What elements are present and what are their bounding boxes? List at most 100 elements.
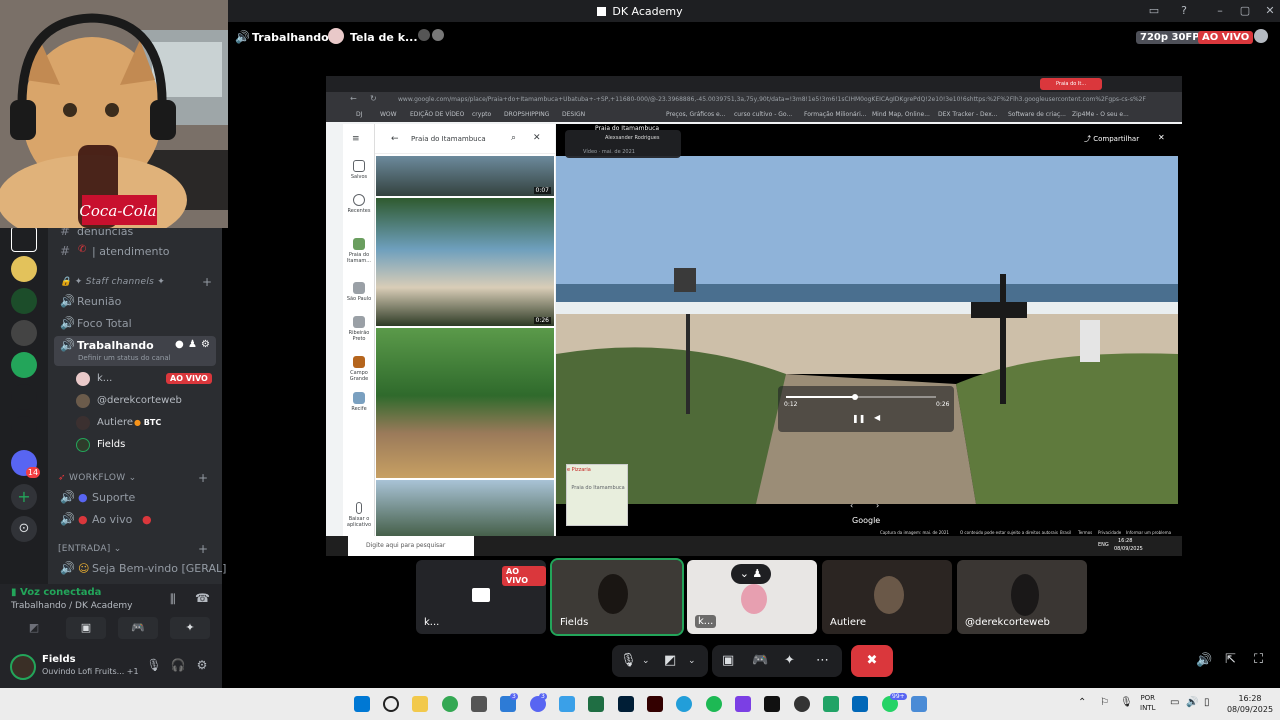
voice-channel-suporte[interactable]: 🔊 Suporte ● [48,488,222,508]
chat-icon[interactable]: ● [175,339,184,350]
excel-icon[interactable] [823,696,839,712]
participant-tile-k[interactable]: ⌄ ♟ k... [687,560,817,634]
add-server-icon[interactable]: + [11,484,37,510]
keyboard-language[interactable]: POR INTL [1140,693,1155,713]
share-button[interactable]: ⤴ Compartilhar [1084,134,1139,144]
add-channel-icon[interactable]: + [198,542,208,556]
headphones-icon[interactable]: 🎧 [170,658,186,674]
fullscreen-icon[interactable]: ⛶ [1254,652,1263,667]
channel-status[interactable]: Definir um status do canal [78,354,171,362]
footer-link[interactable]: Privacidade [1098,530,1121,535]
bookmark-item[interactable]: Zip4Me - O seu e... [1072,111,1129,118]
maximize-button[interactable]: ▢ [1237,3,1253,19]
nav-place[interactable]: São Paulo [343,282,375,302]
voice-channel-ao-vivo[interactable]: 🔊 ● Ao vivo ● [48,510,222,530]
screen-share-button[interactable]: ▣ [66,617,106,639]
bookmark-item[interactable]: DROPSHIPPING [504,111,549,118]
bookmark-item[interactable]: EDIÇÃO DE VÍDEO [410,111,464,118]
bookmark-item[interactable]: DJ [356,111,362,118]
settings-icon[interactable]: ⚙ [201,339,210,350]
bookmark-item[interactable]: crypto [472,111,491,118]
help-icon[interactable]: ? [1176,3,1192,19]
video-seek-handle[interactable] [852,394,858,400]
microphone-icon[interactable]: 🎙 [146,658,162,674]
file-explorer-icon[interactable] [412,696,428,712]
inbox-icon[interactable]: ▭ [1146,3,1162,19]
tray-icon[interactable]: ⚐ [1100,697,1109,708]
user-avatar[interactable] [10,654,36,680]
app-icon[interactable] [559,696,575,712]
video-seek-bar[interactable] [786,394,936,400]
photo-thumbnail[interactable]: 0:07 [376,156,554,196]
bookmark-item[interactable]: Software de criaç... [1008,111,1066,118]
invite-icon[interactable]: ♟ [188,339,197,350]
participant-tile-autiere[interactable]: Autiere [822,560,952,634]
screen-share-control-icon[interactable]: ▣ [722,645,734,677]
back-icon[interactable]: ← [350,94,357,103]
bookmark-item[interactable]: Formação Milionári... [804,111,867,118]
server-icon[interactable] [11,320,37,346]
reload-icon[interactable]: ↻ [370,94,377,103]
stage-channel-name[interactable]: Trabalhando [252,31,329,44]
address-bar[interactable]: ← ↻ www.google.com/maps/place/Praia+do+I… [326,92,1182,108]
telegram-icon[interactable] [676,696,692,712]
category-workflow[interactable]: ➶ WORKFLOW ⌄ + [58,471,208,485]
illustrator-icon[interactable] [647,696,663,712]
soundboard-icon[interactable]: ✦ [784,645,795,677]
app-icon[interactable] [471,696,487,712]
participant-tile-fields[interactable]: Fields [550,558,684,636]
chat-bubble-icon[interactable] [1254,29,1268,43]
server-icon[interactable] [11,416,37,442]
chrome-icon[interactable] [442,696,458,712]
clear-icon[interactable]: ✕ [533,133,541,143]
more-options-icon[interactable]: ⌄ ♟ [731,564,771,584]
popout-icon[interactable]: ⇱ [1225,652,1236,667]
search-icon[interactable] [383,696,399,712]
noise-suppression-icon[interactable]: ⫼ [170,592,176,607]
server-icon[interactable] [11,288,37,314]
photo-thumbnail[interactable] [376,328,554,478]
bookmark-item[interactable]: Preços, Gráficos e... [666,111,725,118]
discover-icon[interactable]: ⊙ [11,516,37,542]
bookmark-item[interactable]: DESIGN [562,111,585,118]
channel-atendimento[interactable]: # ✆ | atendimento [48,242,222,262]
pause-icon[interactable]: ❚❚ [852,414,865,423]
footer-link[interactable]: Brasil [1060,530,1071,535]
end-call-button[interactable]: ✖ [851,645,893,677]
soundboard-button[interactable]: ✦ [170,617,210,639]
app-icon[interactable] [852,696,868,712]
category-staff[interactable]: 🔒 ✦ Staff channels ✦ + [60,275,212,289]
viewer-author[interactable]: Alexsander Rodrigues [605,135,659,141]
close-button[interactable]: ✕ [1262,3,1278,19]
add-channel-icon[interactable]: + [198,471,208,485]
nav-recents[interactable]: Recentes [343,194,375,214]
back-arrow-icon[interactable]: ← [391,134,399,144]
server-icon-dk[interactable] [11,226,37,252]
server-icon[interactable] [11,384,37,410]
spotify-icon[interactable] [706,696,722,712]
system-clock[interactable]: 16:28 08/09/2025 [1224,693,1276,715]
volume-icon[interactable]: ◀ [874,413,880,422]
start-icon[interactable] [354,696,370,712]
voice-channel-bem-vindo[interactable]: 🔊 ☺ Seja Bem-vindo [GERAL] [48,559,226,579]
minimap[interactable]: e Pizzaria Praia do Itamambuca [566,464,628,526]
microphone-button[interactable]: 🎙 [620,645,637,677]
shared-taskbar-search[interactable]: Digite aqui para pesquisar [348,536,474,556]
menu-icon[interactable]: ≡ [352,134,360,144]
app-icon[interactable] [794,696,810,712]
voice-channel-foco-total[interactable]: 🔊 Foco Total [48,314,222,334]
category-entrada[interactable]: [ENTRADA] ⌄ + [58,542,208,556]
voice-channel-reuniao[interactable]: 🔊 Reunião [48,292,222,312]
member-item[interactable]: k... AO VIVO [76,371,216,389]
maps-search-box[interactable]: ← Praia do Itamambuca ⌕ ✕ [375,124,555,154]
next-arrow-icon[interactable]: › [876,501,879,510]
photo-thumbnail[interactable]: 0:26 [376,198,554,326]
notion-icon[interactable] [764,696,780,712]
camera-off-button[interactable]: ◩ [664,645,676,677]
participant-tile-derek[interactable]: @derekcorteweb [957,560,1087,634]
settings-gear-icon[interactable]: ⚙ [194,658,210,674]
nav-place[interactable]: Praia do Itamam... [343,238,375,264]
photoshop-icon[interactable] [618,696,634,712]
search-icon[interactable]: ⌕ [511,133,516,143]
bookmark-item[interactable]: Mind Map, Online... [872,111,930,118]
